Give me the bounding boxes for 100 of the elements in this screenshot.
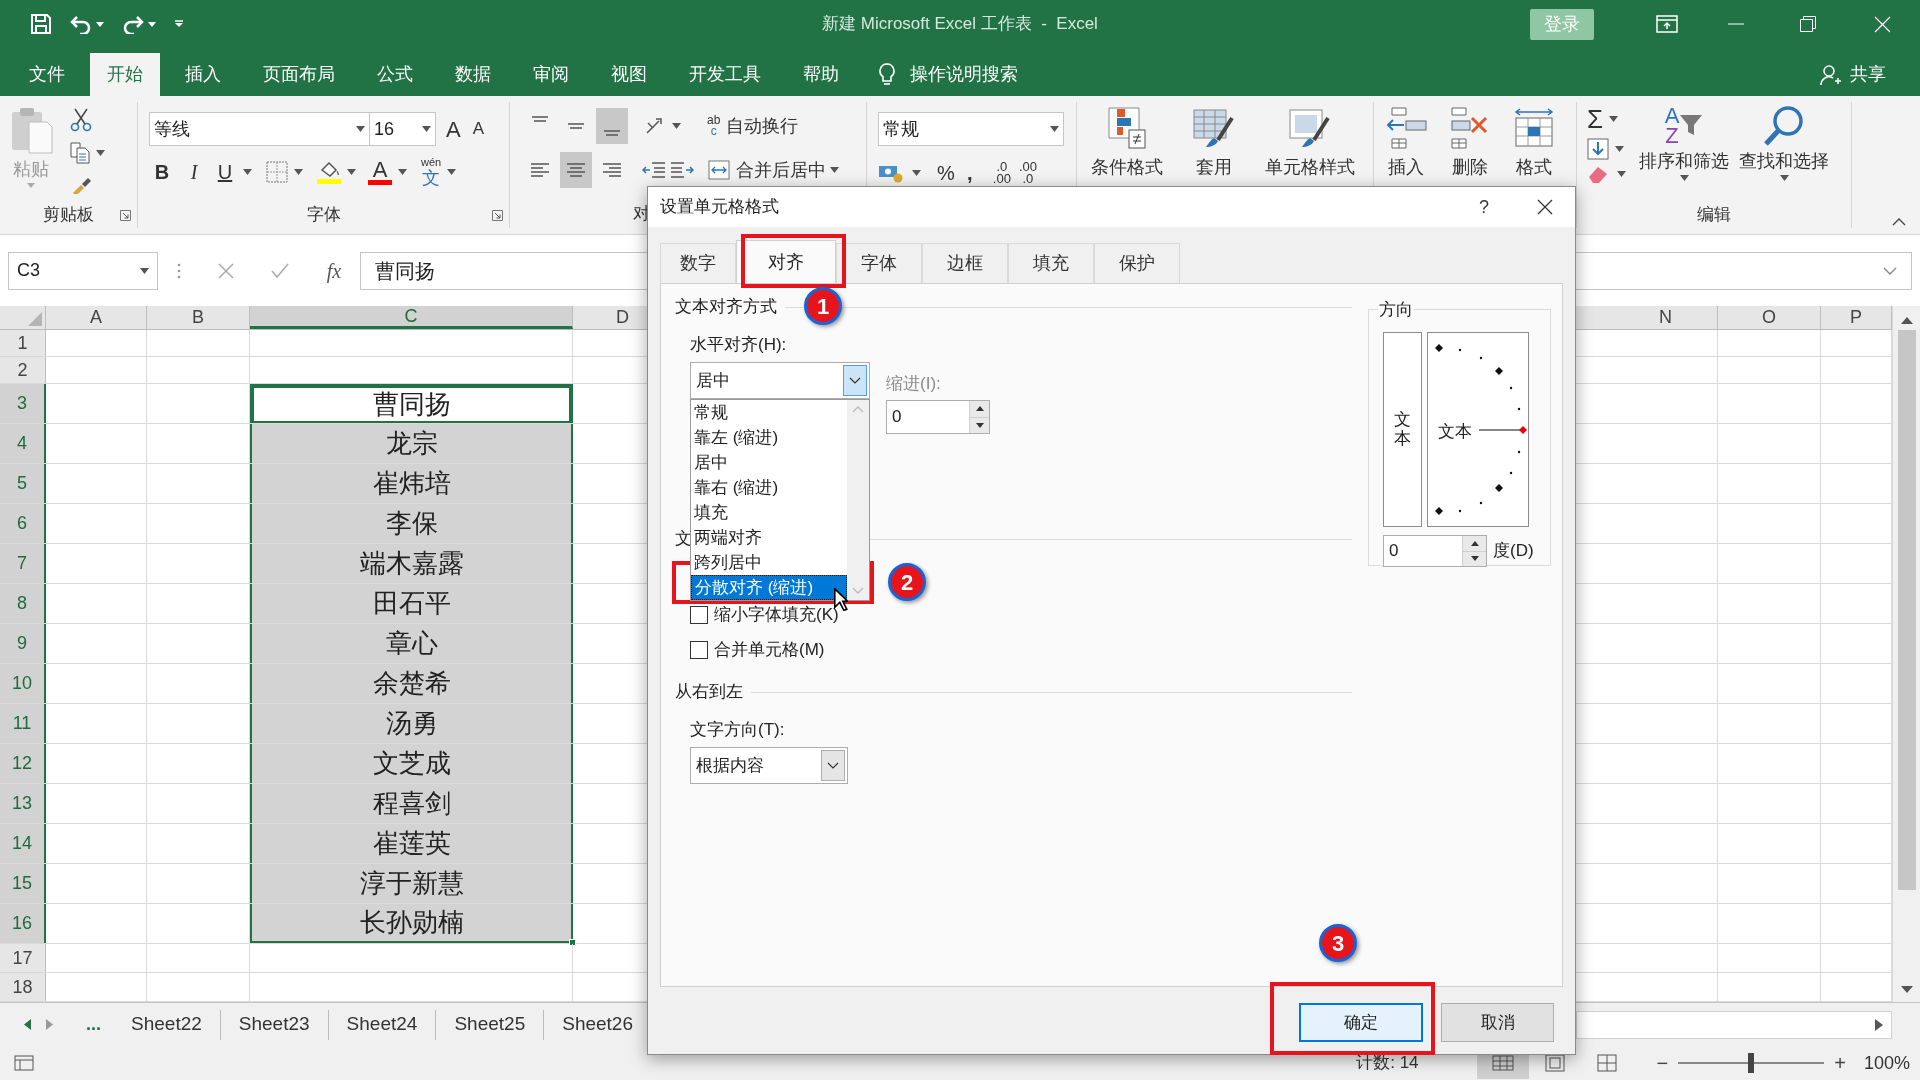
help-button[interactable]: ? bbox=[1479, 193, 1489, 221]
text-direction-dropdown[interactable]: 根据内容 bbox=[690, 747, 848, 784]
increase-indent-icon[interactable] bbox=[670, 160, 694, 180]
sheet-tab[interactable]: Sheet23 bbox=[220, 1009, 329, 1040]
dialog-tab[interactable]: 保护 bbox=[1094, 243, 1180, 283]
caret-icon[interactable] bbox=[422, 126, 431, 132]
dialog-tab[interactable]: 字体 bbox=[836, 243, 922, 283]
ribbon-tab[interactable]: 数据 bbox=[438, 53, 508, 96]
phonetic-guide-button[interactable]: wén 文 bbox=[421, 156, 442, 188]
caret-icon[interactable] bbox=[96, 150, 105, 156]
caret-icon[interactable] bbox=[830, 167, 839, 173]
redo-icon[interactable] bbox=[122, 14, 144, 34]
number-format-field[interactable]: 常规 bbox=[878, 112, 1064, 146]
fill-down-icon[interactable] bbox=[1587, 138, 1609, 160]
collapse-ribbon-icon[interactable] bbox=[1892, 218, 1906, 226]
caret-icon[interactable] bbox=[1609, 116, 1619, 122]
sheet-tab[interactable]: Sheet22 bbox=[113, 1009, 221, 1040]
caret-icon[interactable] bbox=[672, 123, 681, 129]
angle-pointer-drawing[interactable] bbox=[1478, 426, 1527, 434]
scroll-right-icon[interactable] bbox=[1875, 1018, 1883, 1031]
row-header[interactable]: 14 bbox=[0, 824, 46, 863]
dropdown-option[interactable]: 分散对齐 (缩进) bbox=[691, 575, 847, 600]
increase-font-button[interactable]: A bbox=[444, 112, 463, 146]
scissors-icon[interactable] bbox=[70, 108, 92, 132]
scroll-thumb[interactable] bbox=[1897, 330, 1916, 890]
sheet-tab[interactable]: Sheet25 bbox=[436, 1009, 545, 1040]
fill-color-icon[interactable] bbox=[317, 160, 341, 184]
dropdown-option[interactable]: 填充 bbox=[691, 500, 847, 525]
caret-icon[interactable] bbox=[294, 169, 303, 175]
decrease-font-button[interactable]: A bbox=[470, 116, 487, 142]
row-header[interactable]: 9 bbox=[0, 624, 46, 663]
ribbon-tab[interactable]: 审阅 bbox=[516, 53, 586, 96]
caret-icon[interactable] bbox=[912, 170, 921, 176]
ribbon-tab[interactable]: 帮助 bbox=[786, 53, 856, 96]
dropdown-option[interactable]: 常规 bbox=[691, 400, 847, 425]
tell-me-search[interactable]: 操作说明搜索 bbox=[910, 61, 1018, 88]
row-header[interactable]: 13 bbox=[0, 784, 46, 823]
dialog-tab[interactable]: 对齐 bbox=[736, 240, 836, 283]
row-header[interactable]: 10 bbox=[0, 664, 46, 703]
caret-icon[interactable] bbox=[96, 21, 104, 27]
spin-up-icon[interactable] bbox=[1470, 540, 1479, 546]
caret-icon[interactable] bbox=[1617, 171, 1626, 177]
column-header[interactable]: C bbox=[250, 306, 573, 329]
dialog-launcher-icon[interactable] bbox=[492, 210, 503, 221]
autosum-button[interactable]: Σ bbox=[1587, 104, 1604, 134]
dropdown-option[interactable]: 靠左 (缩进) bbox=[691, 425, 847, 450]
zoom-out-button[interactable]: − bbox=[1656, 1048, 1669, 1078]
row-header[interactable]: 17 bbox=[0, 944, 46, 972]
table-cell[interactable]: 长孙勋楠 bbox=[250, 904, 573, 943]
zoom-slider[interactable] bbox=[1678, 1053, 1825, 1073]
row-header[interactable]: 16 bbox=[0, 904, 46, 943]
dropdown-option[interactable]: 两端对齐 bbox=[691, 525, 847, 550]
caret-icon[interactable] bbox=[356, 126, 365, 132]
center-button[interactable] bbox=[560, 152, 592, 188]
angle-marks-drawing[interactable] bbox=[1435, 344, 1521, 515]
bottom-align-button[interactable] bbox=[596, 108, 628, 144]
table-cell[interactable]: 程喜剑 bbox=[250, 784, 573, 823]
more-sheets-button[interactable]: ... bbox=[86, 1011, 101, 1038]
orientation-dial[interactable]: 文本 bbox=[1427, 332, 1529, 527]
vertical-scrollbar[interactable] bbox=[1892, 306, 1920, 1002]
ribbon-tab[interactable]: 插入 bbox=[168, 53, 238, 96]
dialog-tab[interactable]: 数字 bbox=[660, 243, 736, 283]
expand-icon[interactable] bbox=[1883, 266, 1897, 275]
horizontal-scrollbar[interactable] bbox=[1576, 1010, 1892, 1039]
scroll-up-icon[interactable] bbox=[1900, 316, 1913, 324]
ribbon-tab[interactable]: 公式 bbox=[360, 53, 430, 96]
italic-button[interactable]: I bbox=[181, 157, 207, 187]
row-header[interactable]: 18 bbox=[0, 973, 46, 1001]
table-cell[interactable]: 余楚希 bbox=[250, 664, 573, 703]
caret-icon[interactable] bbox=[148, 21, 156, 27]
accounting-icon[interactable] bbox=[878, 163, 904, 183]
ribbon-tab[interactable]: 文件 bbox=[12, 53, 82, 96]
decrease-decimal-button[interactable]: .00 .0 bbox=[1018, 161, 1037, 185]
dropdown-option[interactable]: 跨列居中 bbox=[691, 550, 847, 575]
row-header[interactable]: 11 bbox=[0, 704, 46, 743]
caret-icon[interactable] bbox=[447, 169, 457, 175]
decrease-indent-icon[interactable] bbox=[642, 160, 666, 180]
caret-icon[interactable] bbox=[398, 169, 407, 175]
ribbon-button[interactable]: 插入 bbox=[1374, 102, 1438, 202]
column-header[interactable]: O bbox=[1718, 306, 1821, 329]
table-cell[interactable]: 龙宗 bbox=[250, 424, 573, 463]
name-box[interactable]: C3 bbox=[8, 251, 158, 290]
spin-down-icon[interactable] bbox=[1470, 556, 1479, 562]
restore-icon[interactable] bbox=[1800, 16, 1816, 32]
checkbox[interactable] bbox=[690, 606, 708, 624]
row-header[interactable]: 1 bbox=[0, 330, 46, 356]
undo-icon[interactable] bbox=[70, 14, 92, 34]
table-cell[interactable]: 章心 bbox=[250, 624, 573, 663]
previous-sheet-icon[interactable] bbox=[23, 1019, 31, 1030]
table-cell[interactable]: 文芝成 bbox=[250, 744, 573, 783]
dialog-launcher-icon[interactable] bbox=[120, 210, 131, 221]
macro-icon[interactable] bbox=[14, 1055, 34, 1071]
table-cell[interactable]: 李保 bbox=[250, 504, 573, 543]
copy-icon[interactable] bbox=[70, 142, 90, 164]
caret-icon[interactable] bbox=[1679, 175, 1689, 181]
save-icon[interactable] bbox=[30, 13, 52, 35]
spin-down-icon[interactable] bbox=[975, 422, 984, 428]
table-cell[interactable]: 汤勇 bbox=[250, 704, 573, 743]
zoom-in-button[interactable]: + bbox=[1834, 1048, 1846, 1078]
percent-button[interactable]: % bbox=[937, 158, 955, 188]
